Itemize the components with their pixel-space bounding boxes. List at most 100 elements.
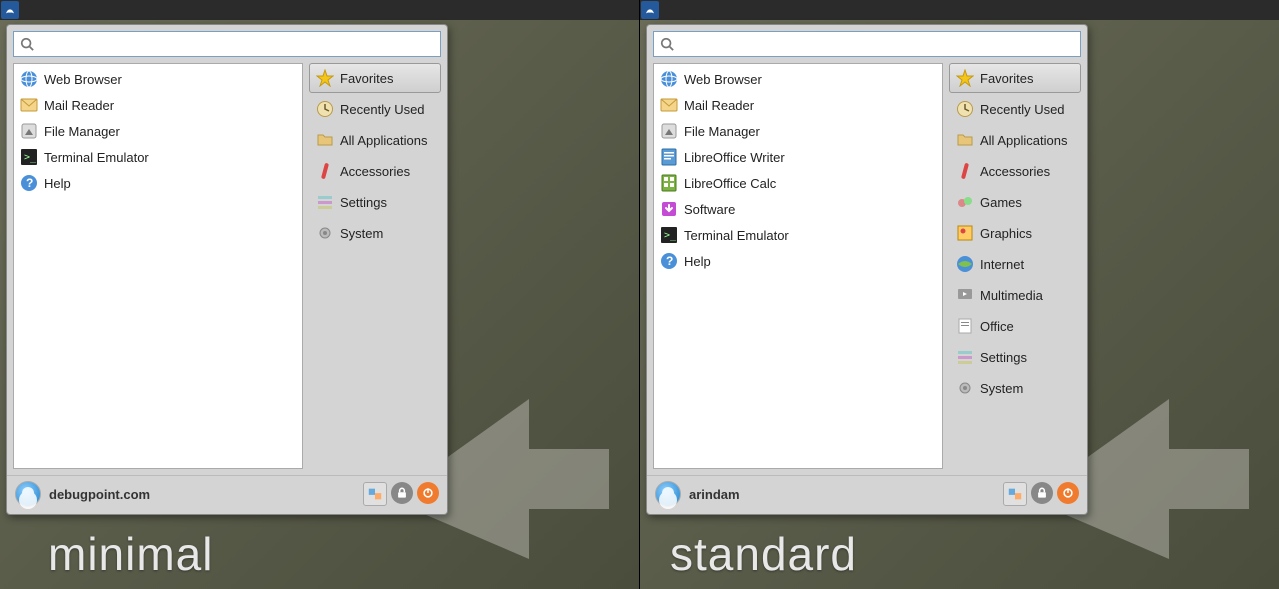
- app-item-label: Software: [684, 202, 735, 217]
- app-item-label: Terminal Emulator: [684, 228, 789, 243]
- menu-footer: debugpoint.com: [7, 475, 447, 514]
- app-item[interactable]: Mail Reader: [654, 92, 942, 118]
- gear-icon: [956, 379, 974, 397]
- top-panel: [640, 0, 1279, 20]
- category-item-label: Settings: [980, 350, 1027, 365]
- app-item[interactable]: Help: [654, 248, 942, 274]
- category-item-label: System: [340, 226, 383, 241]
- category-item[interactable]: Games: [949, 187, 1081, 217]
- app-item-label: LibreOffice Calc: [684, 176, 776, 191]
- app-item-label: Mail Reader: [44, 98, 114, 113]
- home-icon: [660, 122, 678, 140]
- category-item[interactable]: Graphics: [949, 218, 1081, 248]
- category-item-label: Favorites: [340, 71, 393, 86]
- sliders-icon: [956, 348, 974, 366]
- category-item-label: Internet: [980, 257, 1024, 272]
- category-item[interactable]: Favorites: [309, 63, 441, 93]
- app-item[interactable]: Web Browser: [14, 66, 302, 92]
- category-item[interactable]: Recently Used: [309, 94, 441, 124]
- caption-label: minimal: [48, 527, 213, 581]
- switch-user-button[interactable]: [1003, 482, 1027, 506]
- app-item-label: LibreOffice Writer: [684, 150, 785, 165]
- category-item-label: Graphics: [980, 226, 1032, 241]
- app-item-label: File Manager: [44, 124, 120, 139]
- caption-label: standard: [670, 527, 857, 581]
- username-label: arindam: [689, 487, 995, 502]
- logout-button[interactable]: [417, 482, 439, 504]
- help-icon: [660, 252, 678, 270]
- app-item[interactable]: Software: [654, 196, 942, 222]
- globe-icon: [660, 70, 678, 88]
- games-icon: [956, 193, 974, 211]
- lock-screen-button[interactable]: [1031, 482, 1053, 504]
- gear-icon: [316, 224, 334, 242]
- category-item-label: Favorites: [980, 71, 1033, 86]
- user-avatar-icon[interactable]: [655, 481, 681, 507]
- internet-icon: [956, 255, 974, 273]
- category-item-label: Accessories: [980, 164, 1050, 179]
- whisker-menu-button[interactable]: [1, 1, 19, 19]
- clock-icon: [316, 100, 334, 118]
- graphics-icon: [956, 224, 974, 242]
- lock-screen-button[interactable]: [391, 482, 413, 504]
- switch-user-button[interactable]: [363, 482, 387, 506]
- app-item-label: File Manager: [684, 124, 760, 139]
- whisker-menu-button[interactable]: [641, 1, 659, 19]
- calc-icon: [660, 174, 678, 192]
- category-item[interactable]: Office: [949, 311, 1081, 341]
- app-item-label: Terminal Emulator: [44, 150, 149, 165]
- app-item[interactable]: Terminal Emulator: [654, 222, 942, 248]
- app-item-label: Web Browser: [684, 72, 762, 87]
- clock-icon: [956, 100, 974, 118]
- category-item[interactable]: Multimedia: [949, 280, 1081, 310]
- user-avatar-icon[interactable]: [15, 481, 41, 507]
- logout-button[interactable]: [1057, 482, 1079, 504]
- app-item[interactable]: Terminal Emulator: [14, 144, 302, 170]
- category-item[interactable]: Internet: [949, 249, 1081, 279]
- category-item[interactable]: Recently Used: [949, 94, 1081, 124]
- category-item-label: All Applications: [340, 133, 427, 148]
- category-item[interactable]: Settings: [949, 342, 1081, 372]
- category-item[interactable]: Accessories: [309, 156, 441, 186]
- desktop-minimal: Web Browser Mail Reader File Manager Ter…: [0, 0, 640, 589]
- star-icon: [316, 69, 334, 87]
- category-item[interactable]: All Applications: [949, 125, 1081, 155]
- app-item[interactable]: Mail Reader: [14, 92, 302, 118]
- category-item[interactable]: Favorites: [949, 63, 1081, 93]
- knife-icon: [956, 162, 974, 180]
- category-item[interactable]: Settings: [309, 187, 441, 217]
- help-icon: [20, 174, 38, 192]
- favorites-pane[interactable]: Web Browser Mail Reader File Manager Lib…: [653, 63, 943, 469]
- search-input[interactable]: [653, 31, 1081, 57]
- app-item[interactable]: File Manager: [14, 118, 302, 144]
- username-label: debugpoint.com: [49, 487, 355, 502]
- app-item-label: Help: [44, 176, 71, 191]
- category-item[interactable]: All Applications: [309, 125, 441, 155]
- sliders-icon: [316, 193, 334, 211]
- home-icon: [20, 122, 38, 140]
- media-icon: [956, 286, 974, 304]
- terminal-icon: [660, 226, 678, 244]
- software-icon: [660, 200, 678, 218]
- favorites-pane[interactable]: Web Browser Mail Reader File Manager Ter…: [13, 63, 303, 469]
- category-item-label: Settings: [340, 195, 387, 210]
- category-item[interactable]: System: [949, 373, 1081, 403]
- app-item[interactable]: Web Browser: [654, 66, 942, 92]
- app-item[interactable]: LibreOffice Writer: [654, 144, 942, 170]
- app-item[interactable]: LibreOffice Calc: [654, 170, 942, 196]
- category-item[interactable]: System: [309, 218, 441, 248]
- app-item-label: Web Browser: [44, 72, 122, 87]
- top-panel: [0, 0, 639, 20]
- globe-icon: [20, 70, 38, 88]
- app-item[interactable]: Help: [14, 170, 302, 196]
- app-item[interactable]: File Manager: [654, 118, 942, 144]
- category-item[interactable]: Accessories: [949, 156, 1081, 186]
- office-icon: [956, 317, 974, 335]
- search-input[interactable]: [13, 31, 441, 57]
- desktop-standard: Web Browser Mail Reader File Manager Lib…: [640, 0, 1279, 589]
- category-item-label: Recently Used: [340, 102, 425, 117]
- menu-footer: arindam: [647, 475, 1087, 514]
- categories-pane: Favorites Recently Used All Applications…: [949, 63, 1081, 469]
- terminal-icon: [20, 148, 38, 166]
- category-item-label: Accessories: [340, 164, 410, 179]
